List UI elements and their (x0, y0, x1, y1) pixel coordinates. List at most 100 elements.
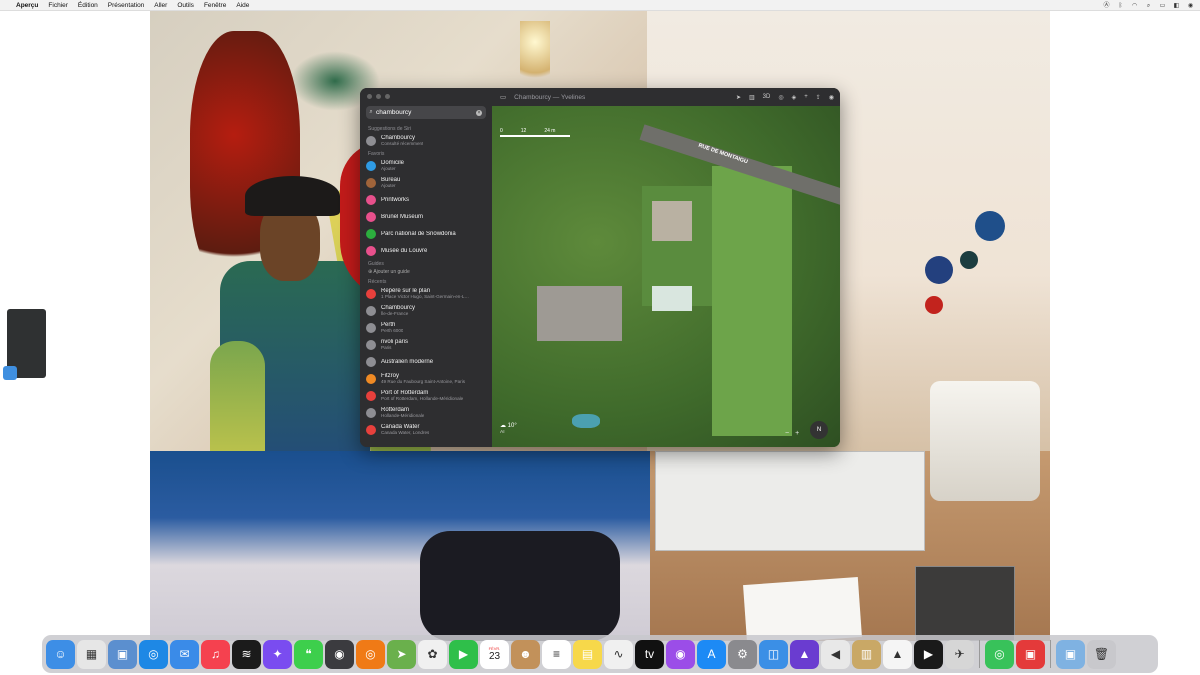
favorites-item[interactable]: Musée du Louvre (360, 242, 492, 259)
dock-separator (979, 640, 980, 668)
infuse-icon[interactable]: ▶ (914, 639, 943, 669)
recents-item[interactable]: Repère sur le plan 1 Place Victor Hugo, S… (360, 285, 492, 302)
map-mode-icon[interactable]: ▥ (749, 94, 755, 101)
zoom-controls: − + (785, 430, 799, 437)
minimize-button[interactable] (376, 94, 381, 99)
apple-tv-icon[interactable]: tv (635, 639, 664, 669)
compass-button[interactable]: N (810, 421, 828, 439)
siri_items-item[interactable]: Chambourcy Consulté récemment (360, 132, 492, 149)
messages-icon[interactable]: ❝ (294, 639, 323, 669)
satellite-map[interactable]: RUE DE MONTAIGU 0 12 24 m ☁ 10° AI − + N (492, 106, 840, 447)
preview-icon[interactable]: ▣ (108, 639, 137, 669)
calendar-icon[interactable]: FÉVR. 23 (480, 639, 509, 669)
add-guide-button[interactable]: ⊕ Ajouter un guide (360, 267, 492, 277)
account-icon[interactable]: ◉ (829, 94, 834, 101)
facetime-icon[interactable]: ▶ (449, 639, 478, 669)
contacts-icon[interactable]: ☻ (511, 639, 540, 669)
trash-icon[interactable]: 🗑 (1087, 639, 1116, 669)
notes-icon[interactable]: ▤ (573, 639, 602, 669)
add-icon[interactable]: + (804, 94, 808, 100)
search-field[interactable]: ⌕ chambourcy × (366, 106, 486, 119)
vlc-icon[interactable]: ▲ (883, 639, 912, 669)
map-view[interactable]: ▭ Chambourcy — Yvelines ➤ ▥ 3D ◎ ◈ + ⇪ ◉… (492, 88, 840, 447)
app-satellite-icon[interactable]: ✈ (945, 639, 974, 669)
3d-button[interactable]: 3D (763, 94, 771, 100)
podcasts-icon[interactable]: ◉ (666, 639, 695, 669)
mail-icon[interactable]: ✉ (170, 639, 199, 669)
building-roof (652, 201, 692, 241)
bluetooth-icon[interactable]: ᛒ (1117, 3, 1124, 9)
favorites-item[interactable]: Brunel Museum (360, 208, 492, 225)
place-text: Printworks (381, 197, 409, 203)
app-red-white-icon[interactable]: ◀ (821, 639, 850, 669)
recents-item[interactable]: Perth Perth 6000 (360, 319, 492, 336)
app-blue-square-icon[interactable]: ◫ (759, 639, 788, 669)
siri-icon[interactable]: ◉ (1187, 3, 1194, 9)
place-icon (366, 424, 376, 435)
freeform-icon[interactable]: ∿ (604, 639, 633, 669)
maps-icon[interactable]: ➤ (387, 639, 416, 669)
reminders-icon[interactable]: ≡ (542, 639, 571, 669)
messenger-icon[interactable]: ✦ (263, 639, 292, 669)
temperature: 10° (507, 423, 517, 429)
photos-icon[interactable]: ✿ (418, 639, 447, 669)
zoom-button[interactable] (385, 94, 390, 99)
place-icon (366, 305, 376, 316)
find-my-icon[interactable]: ◎ (985, 639, 1014, 669)
scale-label: 0 (500, 128, 503, 134)
system-settings-icon[interactable]: ⚙ (728, 639, 757, 669)
zoom-out-button[interactable]: − (785, 430, 789, 437)
place-text: Australien moderne (381, 359, 433, 365)
recents-item[interactable]: rivoli paris Paris (360, 336, 492, 353)
menu-fichier[interactable]: Fichier (48, 2, 68, 9)
control-center-icon[interactable]: ◧ (1173, 3, 1180, 9)
desktop-finder-icon[interactable] (3, 366, 17, 380)
affinity-icon[interactable]: ▲ (790, 639, 819, 669)
favorites-item[interactable]: Parc national de Snowdonia (360, 225, 492, 242)
disk-utility-icon[interactable]: ◉ (325, 639, 354, 669)
launchpad-icon[interactable]: ▦ (77, 639, 106, 669)
battery-icon[interactable]: ▭ (1159, 3, 1166, 9)
sidebar-toggle-icon[interactable]: ▭ (500, 93, 506, 101)
menu-app-name[interactable]: Aperçu (16, 2, 38, 9)
app-orange-icon[interactable]: ◎ (356, 639, 385, 669)
favorites-item[interactable]: Bureau Ajouter (360, 174, 492, 191)
directions-icon[interactable]: ◈ (792, 94, 797, 101)
clear-search-icon[interactable]: × (476, 109, 482, 116)
favorites-item[interactable]: Domicile Ajouter (360, 157, 492, 174)
painting-figure-hat (245, 176, 340, 216)
archive-utility-icon[interactable]: ▥ (852, 639, 881, 669)
search-input[interactable]: chambourcy (376, 109, 476, 116)
music-icon[interactable]: ♫ (201, 639, 230, 669)
recents-item[interactable]: Chambourcy Île-de-France (360, 302, 492, 319)
finder-icon[interactable]: ☺ (46, 639, 75, 669)
menu-aide[interactable]: Aide (236, 2, 249, 9)
recents-item[interactable]: Port of Rotterdam Port of Rotterdam, Holl… (360, 387, 492, 404)
recents-item[interactable]: Canada Water Canada Water, Londres (360, 421, 492, 438)
menu-aller[interactable]: Aller (154, 2, 167, 9)
app-red-badge-icon[interactable]: ▣ (1016, 639, 1045, 669)
recents-item[interactable]: Rotterdam Hollande-Méridionale (360, 404, 492, 421)
location-arrow-icon[interactable]: ➤ (736, 94, 741, 101)
favorite-rows: Domicile Ajouter Bureau Ajouter Printworks Br… (360, 157, 492, 259)
spotify-icon[interactable]: ≋ (232, 639, 261, 669)
menu-edition[interactable]: Édition (78, 2, 98, 9)
recents-item[interactable]: Fitzroy 49 Rue du Faubourg Saint-Antoine,… (360, 370, 492, 387)
downloads-folder-icon[interactable]: ▣ (1056, 639, 1085, 669)
search-icon[interactable]: ⌕ (1145, 3, 1152, 9)
wall-lamp (520, 21, 550, 91)
menu-presentation[interactable]: Présentation (108, 2, 145, 9)
wifi-icon[interactable]: ◠ (1131, 3, 1138, 9)
menu-fenetre[interactable]: Fenêtre (204, 2, 226, 9)
share-icon[interactable]: ⇪ (816, 94, 821, 101)
a-icon[interactable]: Ⓐ (1103, 3, 1110, 9)
menu-outils[interactable]: Outils (177, 2, 194, 9)
app-store-icon[interactable]: A (697, 639, 726, 669)
recents-item[interactable]: Australien moderne (360, 353, 492, 370)
close-button[interactable] (367, 94, 372, 99)
zoom-in-button[interactable]: + (795, 430, 799, 437)
favorites-item[interactable]: Printworks (360, 191, 492, 208)
look-around-icon[interactable]: ◎ (778, 94, 783, 101)
safari-icon[interactable]: ◎ (139, 639, 168, 669)
place-text: Perth Perth 6000 (381, 322, 403, 333)
